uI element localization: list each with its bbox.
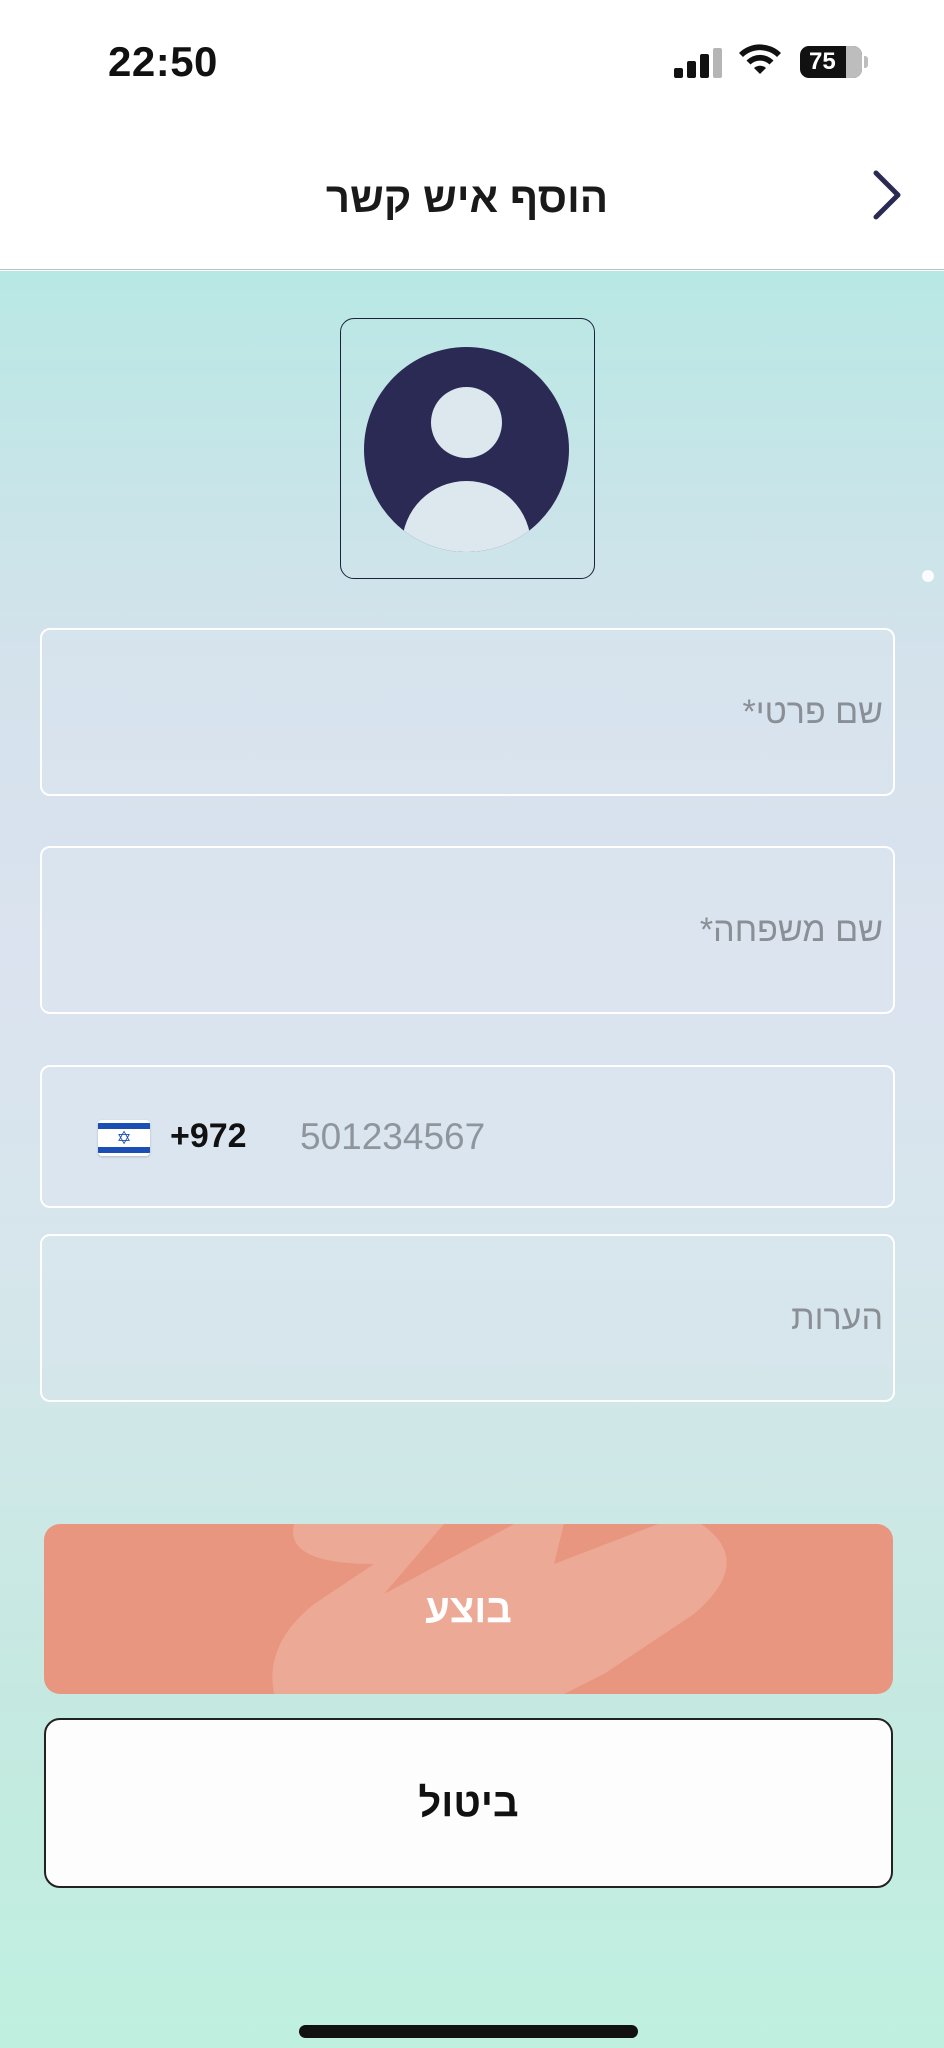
notes-placeholder: הערות [791,1298,883,1337]
last-name-placeholder: שם משפחה* [699,910,883,949]
country-dial-code[interactable]: +972 [170,1067,247,1206]
notes-field[interactable]: הערות [40,1234,895,1402]
cancel-button[interactable]: ביטול [44,1718,893,1888]
submit-label: בוצע [425,1586,512,1631]
add-contact-screen: 22:50 75 הוסף איש קשר שם פרטי* שם משפחה*… [0,0,944,2048]
battery-level: 75 [809,48,836,75]
signal-icon [674,48,724,78]
cancel-label: ביטול [418,1780,519,1825]
home-indicator[interactable] [299,2025,638,2038]
phone-field[interactable]: ✡ +972 501234567 [40,1065,895,1208]
avatar-picker[interactable] [340,318,595,579]
chevron-right-icon[interactable] [858,160,918,230]
status-time: 22:50 [108,38,218,85]
battery-icon: 75 [800,46,862,78]
battery-tip [864,56,868,68]
submit-button[interactable]: בוצע [44,1524,893,1694]
first-name-placeholder: שם פרטי* [742,692,883,731]
last-name-field[interactable]: שם משפחה* [40,846,895,1014]
status-bar: 22:50 75 [0,0,944,120]
scroll-indicator-dot [922,570,934,582]
page-title: הוסף איש קשר [325,174,609,221]
israel-flag-icon[interactable]: ✡ [98,1120,150,1156]
header: הוסף איש קשר [0,120,944,270]
user-avatar-icon [364,347,569,552]
wifi-icon [739,44,781,74]
phone-placeholder: 501234567 [300,1115,486,1157]
first-name-field[interactable]: שם פרטי* [40,628,895,796]
